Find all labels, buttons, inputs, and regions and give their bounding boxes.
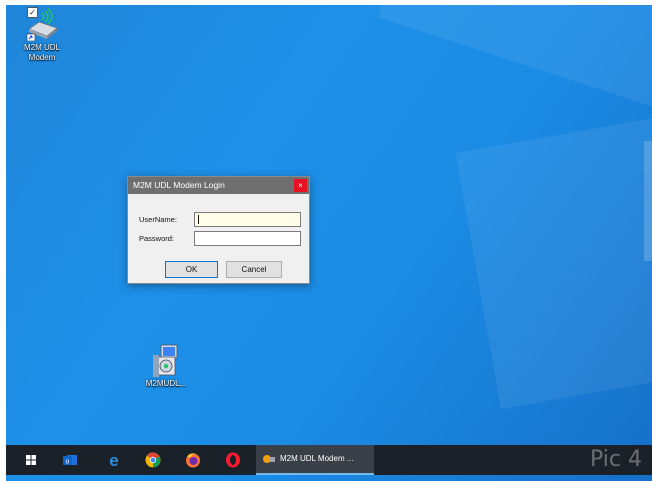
windows-start-icon[interactable] [22, 451, 40, 469]
outlook-icon[interactable]: o [61, 451, 79, 469]
password-input[interactable] [194, 231, 301, 246]
username-label: UserName: [139, 215, 177, 224]
desktop: ✓ M2M UDL Modem M2MUDL... M2M UDL Modem … [6, 5, 652, 481]
light-beam [455, 100, 652, 410]
svg-text:e: e [109, 451, 118, 469]
modem-icon: ✓ [25, 7, 59, 42]
close-icon: × [298, 181, 303, 190]
text-cursor [198, 215, 199, 224]
opera-icon[interactable] [224, 451, 242, 469]
desktop-icon-installer[interactable]: M2MUDL... [136, 343, 196, 389]
taskbar-app-label: M2M UDL Modem ... [280, 454, 354, 463]
close-button[interactable]: × [294, 179, 307, 192]
chrome-icon[interactable] [144, 451, 162, 469]
taskbar-app-button[interactable]: M2M UDL Modem ... [256, 445, 374, 475]
cancel-button[interactable]: Cancel [226, 261, 282, 278]
login-dialog: M2M UDL Modem Login × UserName: Password… [127, 176, 310, 284]
desktop-icon-label: M2M UDL [23, 43, 60, 52]
svg-text:o: o [66, 459, 70, 466]
installer-icon [149, 343, 183, 377]
password-label: Password: [139, 234, 175, 243]
ok-button[interactable]: OK [165, 261, 218, 278]
selection-checkbox[interactable]: ✓ [27, 7, 38, 18]
taskbar: o e M2M UDL Modem ... [6, 445, 652, 475]
dialog-title: M2M UDL Modem Login [133, 180, 225, 190]
username-input[interactable] [194, 212, 301, 227]
desktop-icon-label: M2MUDL... [145, 379, 187, 388]
modem-app-icon [262, 452, 276, 466]
desktop-icon-label: Modem [28, 53, 56, 62]
edge-icon[interactable]: e [105, 451, 123, 470]
window-edge-panel [644, 141, 652, 261]
firefox-icon[interactable] [184, 451, 202, 469]
picture-label: Pic 4 [590, 447, 642, 472]
dialog-titlebar[interactable]: M2M UDL Modem Login × [128, 177, 309, 194]
desktop-icon-m2m-udl-modem[interactable]: ✓ M2M UDL Modem [12, 7, 72, 63]
